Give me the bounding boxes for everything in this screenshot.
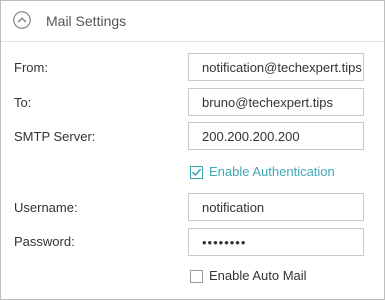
to-field[interactable] (188, 88, 364, 116)
enable-authentication-checkbox[interactable]: Enable Authentication (190, 164, 335, 180)
from-label: From: (14, 60, 48, 75)
panel-header: Mail Settings (1, 1, 384, 42)
chevron-up-circle-icon[interactable] (13, 11, 31, 29)
panel-title: Mail Settings (46, 13, 127, 29)
password-label: Password: (14, 234, 75, 249)
enable-auto-mail-checkbox[interactable]: Enable Auto Mail (190, 268, 307, 284)
checkbox-unchecked-icon[interactable] (190, 269, 203, 283)
smtp-server-label: SMTP Server: (14, 129, 96, 144)
checkbox-checked-icon[interactable] (190, 165, 203, 179)
username-field[interactable] (188, 193, 364, 221)
enable-authentication-label: Enable Authentication (209, 164, 335, 179)
password-field[interactable] (188, 228, 364, 256)
username-label: Username: (14, 200, 78, 215)
from-field[interactable] (188, 53, 364, 81)
mail-settings-panel: Mail Settings From: To: SMTP Server: Ena… (0, 0, 385, 300)
enable-auto-mail-label: Enable Auto Mail (209, 268, 307, 283)
smtp-server-field[interactable] (188, 122, 364, 150)
to-label: To: (14, 95, 32, 110)
